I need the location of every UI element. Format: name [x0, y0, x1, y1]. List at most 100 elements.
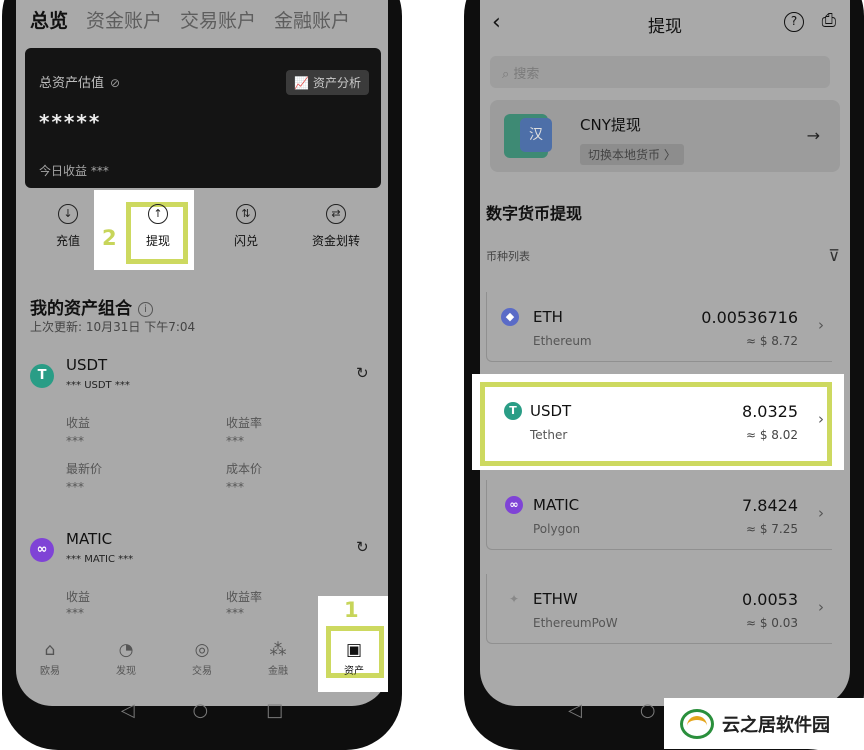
swap-button[interactable]: ⇅ 闪兑: [206, 204, 286, 249]
coin-usd: ≈ $ 8.72: [745, 334, 798, 348]
asset-label-row: 总资产估值 ⊘: [39, 72, 120, 91]
help-icon[interactable]: ?: [784, 12, 804, 32]
nav-finance-label: 金融: [268, 666, 288, 677]
account-tabs: 总览 资金账户 交易账户 金融账户: [30, 6, 350, 33]
coin-symbol: ETHW: [533, 590, 578, 608]
portfolio-updated: 上次更新: 10月31日 下午7:04: [30, 320, 196, 334]
today-earnings: 今日收益 ***: [39, 164, 109, 178]
coin-fullname: EthereumPoW: [533, 616, 618, 630]
step-1-marker: 1: [344, 598, 359, 622]
coin-fullname: Tether: [530, 428, 568, 442]
coin-unit-value-usdt: ***: [114, 380, 130, 391]
home-icon: ⌂: [44, 640, 56, 660]
field-value: ***: [226, 480, 244, 494]
field-value: ***: [226, 434, 244, 448]
field-value: ***: [66, 606, 84, 620]
coin-fullname: Polygon: [533, 522, 581, 536]
discover-icon: ◔: [118, 640, 134, 660]
field-value: ***: [66, 480, 84, 494]
withdraw-label: 提现: [145, 234, 170, 248]
nav-finance[interactable]: ⁂ 金融: [248, 640, 308, 677]
total-asset-value: *****: [39, 110, 102, 134]
coin-amount: 8.0325: [742, 402, 798, 421]
back-nav-icon[interactable]: ◁: [568, 700, 582, 721]
refresh-icon[interactable]: ↻: [356, 364, 369, 382]
tether-icon: T: [30, 364, 54, 388]
coin-symbol: ETH: [533, 308, 563, 326]
eye-hidden-icon[interactable]: ⊘: [110, 76, 120, 90]
chevron-right-icon: ›: [818, 598, 824, 616]
coin-list-label: 币种列表: [486, 250, 530, 263]
tab-trading[interactable]: 交易账户: [180, 6, 256, 33]
chevron-right-icon: ›: [818, 504, 824, 522]
nav-trade-label: 交易: [192, 666, 212, 677]
coin-row-matic[interactable]: ∞ MATIC Polygon 7.8424 ≈ $ 7.25 ›: [486, 480, 832, 550]
ethereum-icon: ◆: [501, 308, 519, 326]
watermark-text: 云之居软件园: [722, 714, 830, 736]
watermark: 云之居软件园: [664, 698, 864, 749]
switch-currency-link[interactable]: 切换本地货币 〉: [580, 144, 684, 165]
coin-fullname: Ethereum: [533, 334, 592, 348]
coin-amount-usdt: ***: [66, 380, 81, 391]
swap-icon: ⇅: [236, 204, 256, 224]
crypto-withdraw-title: 数字货币提现: [486, 204, 583, 223]
asset-analysis-label: 资产分析: [312, 76, 361, 90]
nav-discover[interactable]: ◔ 发现: [96, 640, 156, 677]
swap-label: 闪兑: [233, 234, 258, 248]
withdraw-icon: ↑: [148, 204, 168, 224]
coin-amount: 7.8424: [742, 496, 798, 515]
coin-sub-matic: *** MATIC ***: [66, 554, 133, 565]
nav-discover-label: 发现: [116, 666, 136, 677]
cny-withdraw-card[interactable]: 汉 CNY提现 切换本地货币 〉 →: [490, 100, 840, 172]
field-label: 收益率: [226, 590, 263, 604]
refresh-icon[interactable]: ↻: [356, 538, 369, 556]
coin-unit-matic: MATIC: [84, 554, 115, 565]
ethereumpow-icon: ✦: [508, 592, 520, 606]
coin-row-eth[interactable]: ◆ ETH Ethereum 0.00536716 ≈ $ 8.72 ›: [486, 292, 832, 362]
transfer-button[interactable]: ⇄ 资金划转: [296, 204, 376, 249]
filter-icon[interactable]: ⊽: [828, 246, 840, 265]
info-icon[interactable]: i: [138, 302, 153, 317]
left-content: 总资产估值 ⊘ 📈 资产分析 ***** 今日收益 *** ↓ 充值 2 ↑ 提现…: [16, 40, 388, 740]
tab-finance[interactable]: 金融账户: [274, 6, 350, 33]
history-icon[interactable]: ⎙: [822, 10, 836, 31]
withdraw-button[interactable]: ↑ 提现: [118, 204, 198, 249]
transfer-icon: ⇄: [326, 204, 346, 224]
coin-usd: ≈ $ 0.03: [745, 616, 798, 630]
total-asset-card: 总资产估值 ⊘ 📈 资产分析 ***** 今日收益 ***: [25, 48, 381, 188]
system-nav-bar: ◁ ○ □: [16, 700, 388, 721]
coin-name-matic: MATIC: [66, 530, 113, 548]
asset-analysis-button[interactable]: 📈 资产分析: [286, 70, 369, 95]
nav-home-label: 欧易: [40, 666, 60, 677]
field-label: 收益: [66, 416, 91, 430]
search-icon: ⌕: [502, 67, 510, 82]
field-label: 收益: [66, 590, 91, 604]
trade-icon: ◎: [194, 640, 210, 660]
home-nav-icon[interactable]: ○: [193, 700, 209, 721]
home-nav-icon[interactable]: ○: [640, 700, 656, 721]
finance-icon: ⁂: [269, 640, 287, 660]
coin-row-usdt[interactable]: T USDT Tether 8.0325 ≈ $ 8.02 ›: [486, 386, 832, 456]
field-value: ***: [66, 434, 84, 448]
cny-title: CNY提现: [580, 116, 641, 134]
field-label: 最新价: [66, 462, 103, 476]
nav-home[interactable]: ⌂ 欧易: [20, 640, 80, 677]
portfolio-title-text: 我的资产组合: [30, 299, 132, 319]
tab-funding[interactable]: 资金账户: [86, 6, 162, 33]
field-value: ***: [226, 606, 244, 620]
coin-unit-usdt: USDT: [84, 380, 112, 391]
nav-trade[interactable]: ◎ 交易: [172, 640, 232, 677]
step-2-marker: 2: [102, 226, 117, 250]
bottom-nav: ⌂ 欧易 ◔ 发现 ◎ 交易 ⁂ 金融 1 ▣ 资产: [16, 596, 388, 692]
wallet-icon: ▣: [345, 640, 363, 660]
search-input[interactable]: ⌕ 搜索: [490, 56, 830, 88]
total-asset-label: 总资产估值: [39, 76, 105, 91]
polygon-icon: ∞: [505, 496, 523, 514]
coin-row-ethw[interactable]: ✦ ETHW EthereumPoW 0.0053 ≈ $ 0.03 ›: [486, 574, 832, 644]
back-nav-icon[interactable]: ◁: [121, 700, 135, 721]
recents-nav-icon[interactable]: □: [266, 700, 283, 721]
coin-symbol: MATIC: [533, 496, 580, 514]
coin-name-usdt: USDT: [66, 356, 108, 374]
tab-overview[interactable]: 总览: [30, 6, 68, 33]
nav-assets[interactable]: ▣ 资产: [324, 640, 384, 677]
